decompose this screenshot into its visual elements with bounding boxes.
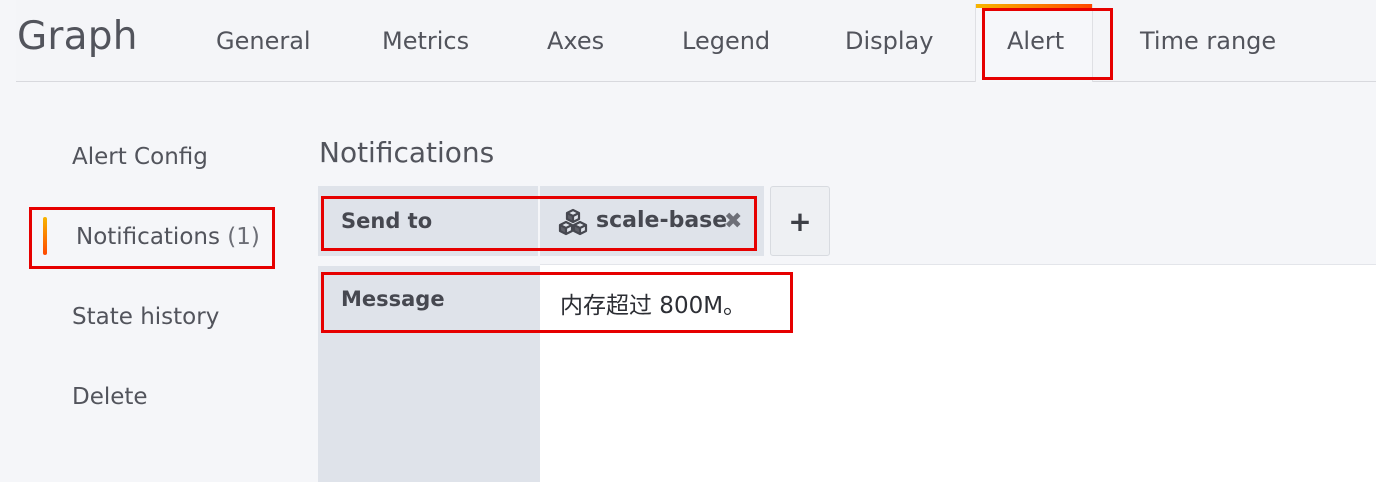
- sidebar-item-notifications-label: Notifications: [76, 224, 220, 250]
- tab-time-range[interactable]: Time range: [1140, 27, 1276, 55]
- active-tab-indicator: [976, 4, 1092, 8]
- send-to-label: Send to: [341, 209, 433, 233]
- message-value: 内存超过 800M。: [560, 293, 747, 319]
- tab-axes[interactable]: Axes: [547, 27, 604, 55]
- sidebar-item-delete[interactable]: Delete: [72, 384, 148, 410]
- cubes-icon: [558, 208, 588, 236]
- sidebar-active-indicator: [43, 217, 47, 255]
- tab-alert[interactable]: Alert: [1007, 27, 1064, 55]
- sidebar-item-alert-config[interactable]: Alert Config: [72, 144, 208, 170]
- tab-display[interactable]: Display: [845, 27, 933, 55]
- tab-general[interactable]: General: [216, 27, 311, 55]
- notification-channel-name: scale-base: [596, 208, 728, 233]
- tab-metrics[interactable]: Metrics: [382, 27, 469, 55]
- panel-type-title: Graph: [17, 14, 138, 59]
- message-label: Message: [341, 287, 445, 311]
- sidebar-item-state-history[interactable]: State history: [72, 304, 219, 330]
- add-notification-channel-button[interactable]: +: [770, 186, 830, 256]
- notifications-count: (1): [227, 224, 260, 250]
- panel-editor-header: Graph General Metrics Axes Legend Displa…: [16, 0, 1376, 82]
- remove-channel-icon[interactable]: ✖: [724, 209, 742, 234]
- tab-legend[interactable]: Legend: [682, 27, 770, 55]
- notifications-section-title: Notifications: [319, 136, 495, 169]
- panel-editor: Graph General Metrics Axes Legend Displa…: [0, 0, 1376, 482]
- sidebar-item-notifications[interactable]: Notifications (1): [76, 224, 260, 250]
